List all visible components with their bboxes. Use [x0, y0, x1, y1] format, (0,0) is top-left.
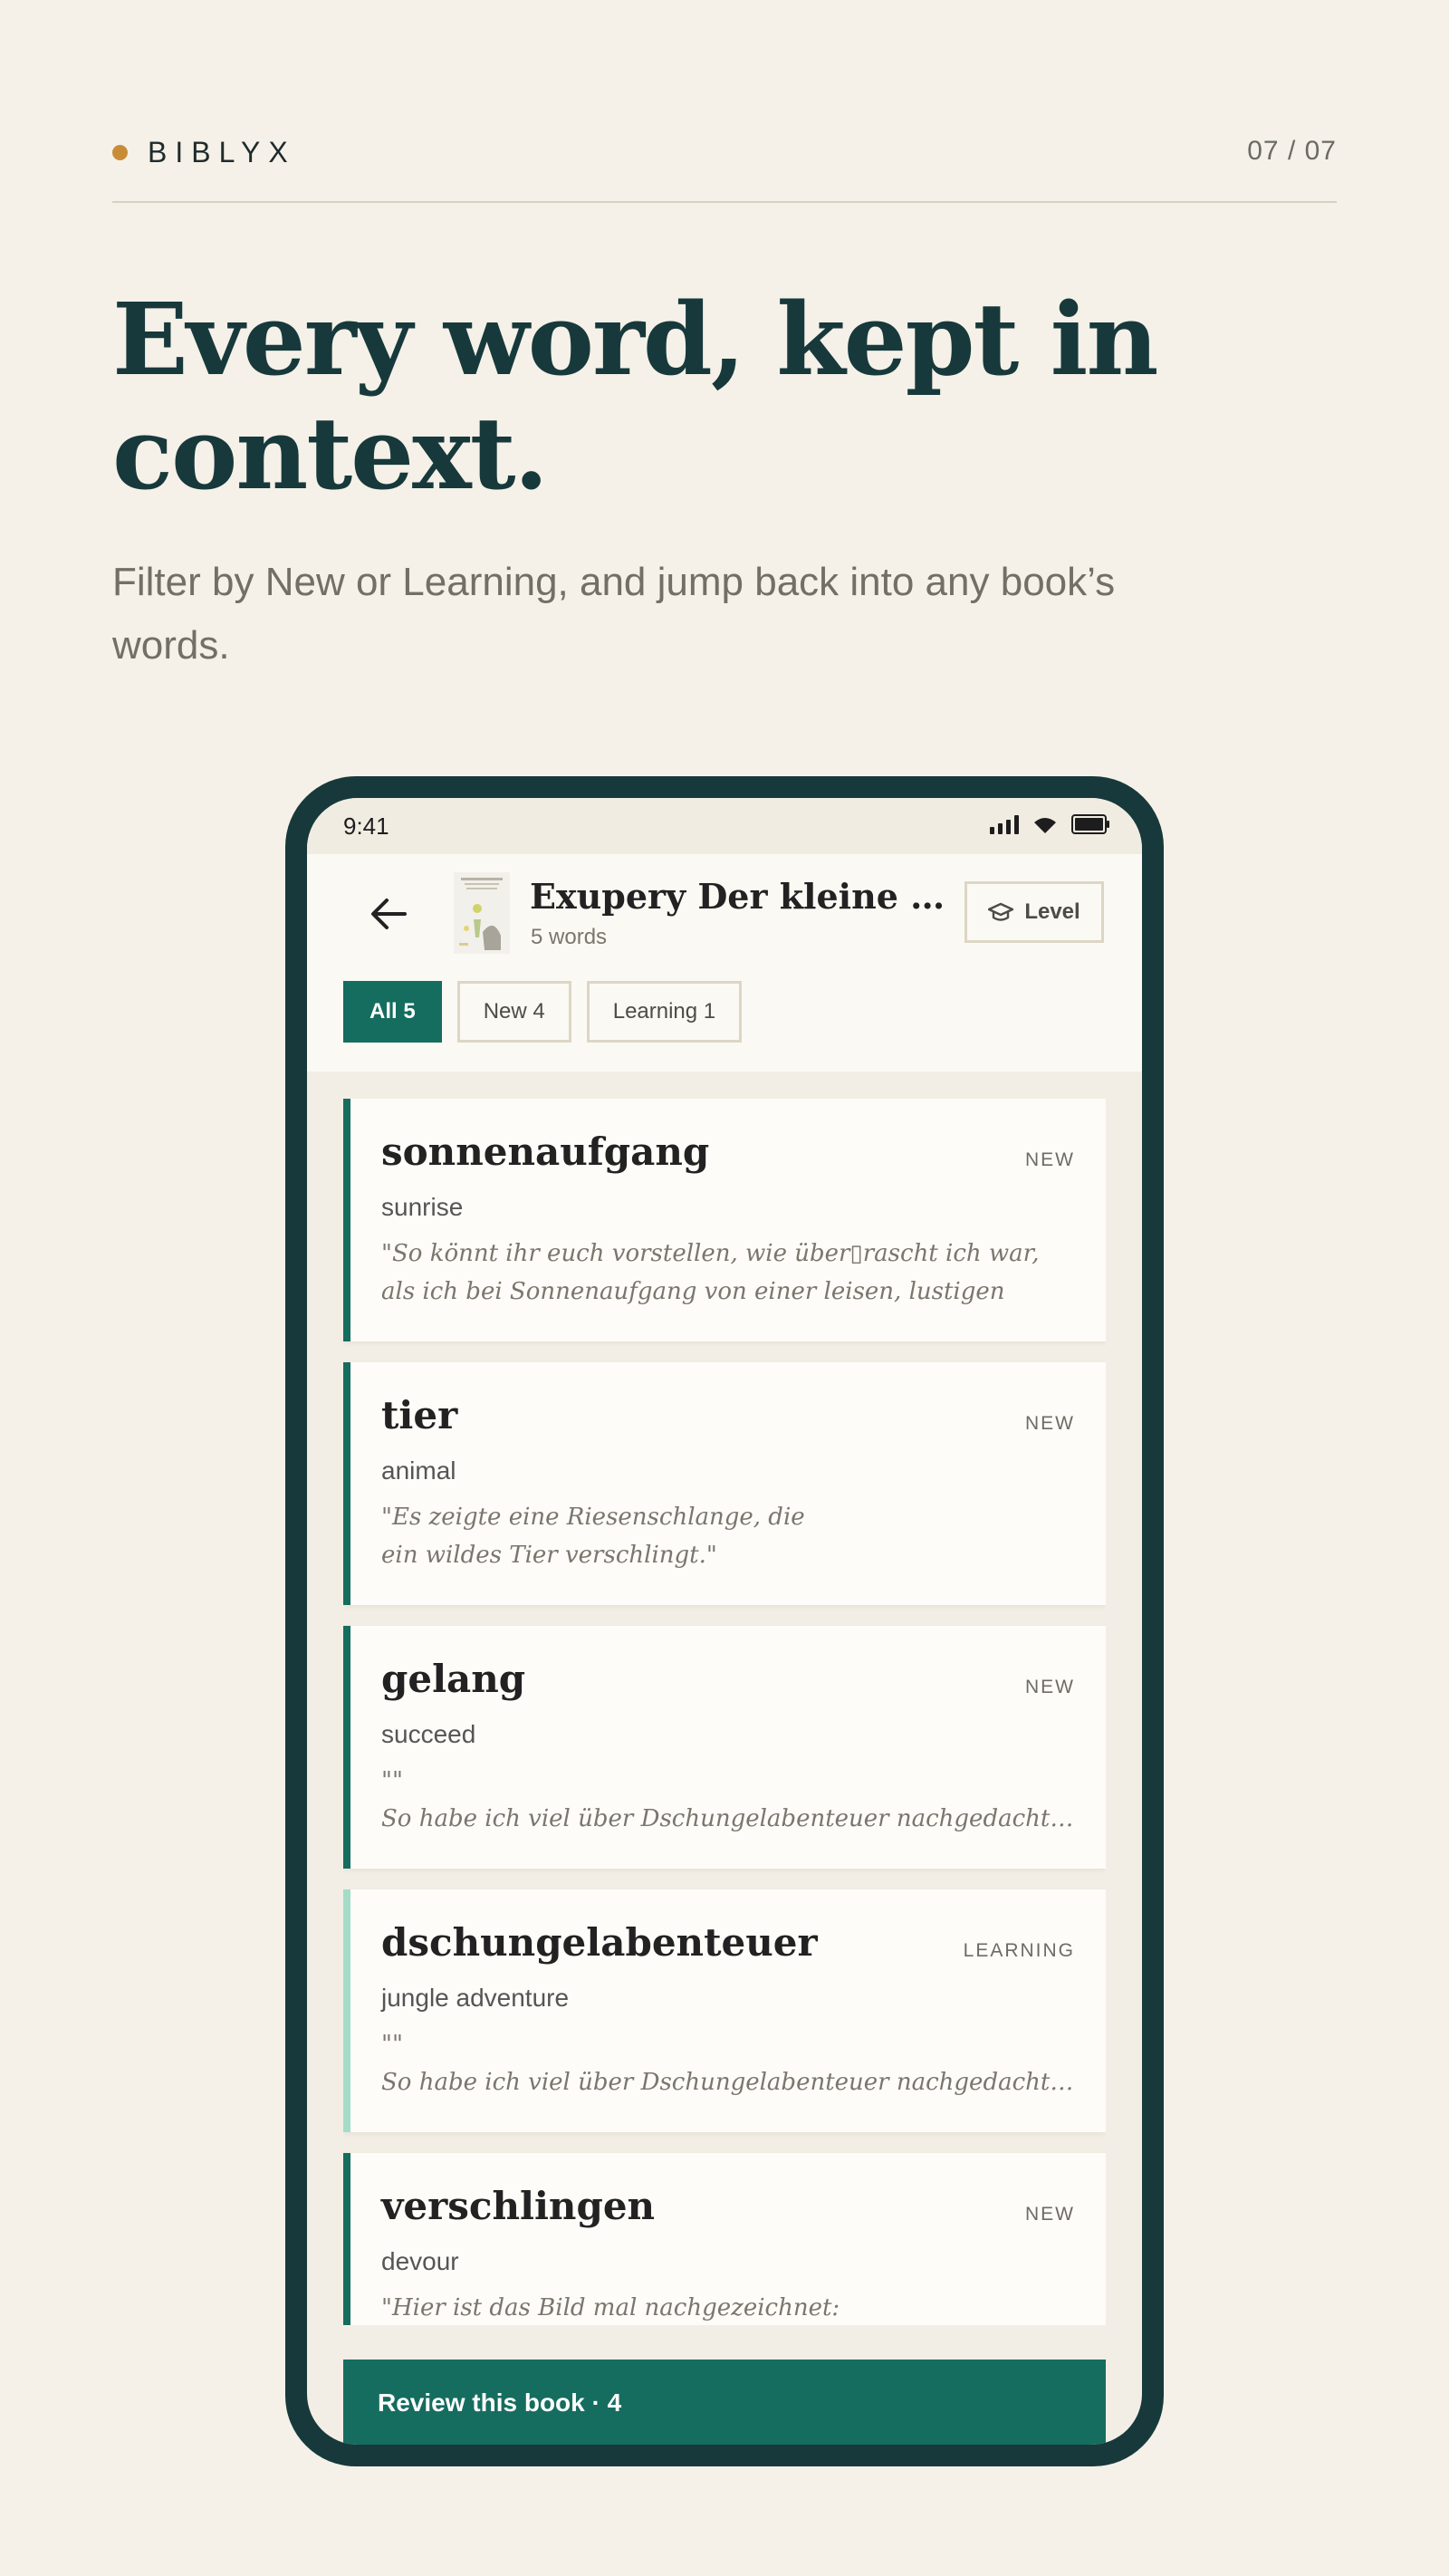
status-icons — [990, 814, 1109, 834]
word-card[interactable]: tier NEW animal "Es zeigte eine Riesensc… — [343, 1362, 1106, 1605]
context-quote: "" So habe ich viel über Dschungelabente… — [381, 2025, 1079, 2101]
status-badge: NEW — [1025, 1413, 1075, 1434]
filter-all[interactable]: All 5 — [343, 981, 442, 1043]
level-button[interactable]: Level — [964, 881, 1104, 943]
word-title: tier — [381, 1393, 458, 1437]
book-cover-thumbnail[interactable] — [454, 872, 510, 954]
quote-line: "Hier ist das Bild mal nachgezeichnet: — [381, 2294, 840, 2321]
word-translation: sunrise — [381, 1193, 464, 1221]
status-badge: NEW — [1025, 1677, 1075, 1697]
word-title: dschungelabenteuer — [381, 1920, 818, 1965]
word-card[interactable]: verschlingen NEW devour "Hier ist das Bi… — [343, 2153, 1106, 2325]
graduation-cap-icon — [988, 902, 1014, 921]
filter-learning[interactable]: Learning 1 — [586, 981, 743, 1043]
subtitle: Filter by New or Learning, and jump back… — [112, 551, 1235, 678]
word-title: verschlingen — [381, 2184, 656, 2228]
quote-line: So habe ich viel über Dschungelabenteuer… — [381, 2069, 1079, 2096]
brand-name: BIBLYX — [148, 136, 296, 168]
phone-frame: 9:41 Exupery Der kleine Prinz 5 words Le… — [285, 776, 1164, 2466]
wifi-icon — [1033, 816, 1057, 834]
subtitle-line-2: words. — [112, 623, 230, 668]
brand: BIBLYX — [112, 136, 296, 169]
word-translation: devour — [381, 2247, 459, 2275]
filter-chips: All 5 New 4 Learning 1 — [343, 981, 743, 1043]
word-list[interactable]: sonnenaufgang NEW sunrise "So könnt ihr … — [343, 1099, 1106, 2325]
quote-line: So habe ich viel über Dschungelabenteuer… — [381, 1805, 1079, 1832]
filter-new[interactable]: New 4 — [456, 981, 571, 1043]
word-title: sonnenaufgang — [381, 1129, 710, 1174]
back-button[interactable] — [361, 887, 416, 941]
context-quote: "Hier ist das Bild mal nachgezeichnet: — [381, 2289, 1079, 2325]
review-book-button[interactable]: Review this book · 4 — [343, 2360, 1106, 2445]
app-header: Exupery Der kleine Prinz 5 words Level A… — [307, 854, 1142, 1072]
word-card[interactable]: dschungelabenteuer LEARNING jungle adven… — [343, 1889, 1106, 2132]
headline-line-1: Every word, kept in — [112, 281, 1158, 398]
status-time: 9:41 — [343, 812, 389, 840]
context-quote: "Es zeigte eine Riesenschlange, die ein … — [381, 1498, 1079, 1574]
headline-line-2: context. — [112, 395, 549, 512]
phone-screen: 9:41 Exupery Der kleine Prinz 5 words Le… — [307, 798, 1142, 2445]
context-quote: "So könnt ihr euch vorstellen, wie über▯… — [381, 1235, 1079, 1311]
page-indicator: 07 / 07 — [1247, 136, 1337, 166]
subtitle-line-1: Filter by New or Learning, and jump back… — [112, 560, 1116, 604]
quote-line: "" — [381, 2031, 403, 2058]
signal-icon — [990, 814, 1019, 834]
brand-dot — [112, 145, 128, 160]
level-label: Level — [1024, 899, 1080, 924]
word-count: 5 words — [531, 925, 608, 949]
quote-line: ein wildes Tier verschlingt." — [381, 1542, 717, 1569]
battery-icon — [1071, 814, 1109, 834]
arrow-left-icon — [371, 899, 407, 929]
context-quote: "" So habe ich viel über Dschungelabente… — [381, 1762, 1079, 1838]
word-translation: animal — [381, 1456, 456, 1485]
brand-bar: BIBLYX 07 / 07 — [112, 136, 1337, 203]
headline: Every word, kept in context. — [112, 283, 1244, 511]
word-translation: succeed — [381, 1720, 476, 1748]
quote-line: "So könnt ihr euch vorstellen, wie über▯… — [381, 1240, 1040, 1267]
status-bar: 9:41 — [307, 798, 1142, 854]
status-badge: NEW — [1025, 1149, 1075, 1170]
word-card[interactable]: gelang NEW succeed "" So habe ich viel ü… — [343, 1626, 1106, 1869]
status-badge: NEW — [1025, 2204, 1075, 2225]
word-title: gelang — [381, 1657, 526, 1701]
status-badge: LEARNING — [963, 1940, 1075, 1961]
quote-line: "Es zeigte eine Riesenschlange, die — [381, 1504, 805, 1531]
book-title: Exupery Der kleine Prinz — [530, 876, 966, 917]
word-translation: jungle adventure — [381, 1984, 570, 2012]
word-card[interactable]: sonnenaufgang NEW sunrise "So könnt ihr … — [343, 1099, 1106, 1341]
quote-line: als ich bei Sonnenaufgang von einer leis… — [381, 1278, 1005, 1305]
quote-line: "" — [381, 1767, 403, 1794]
